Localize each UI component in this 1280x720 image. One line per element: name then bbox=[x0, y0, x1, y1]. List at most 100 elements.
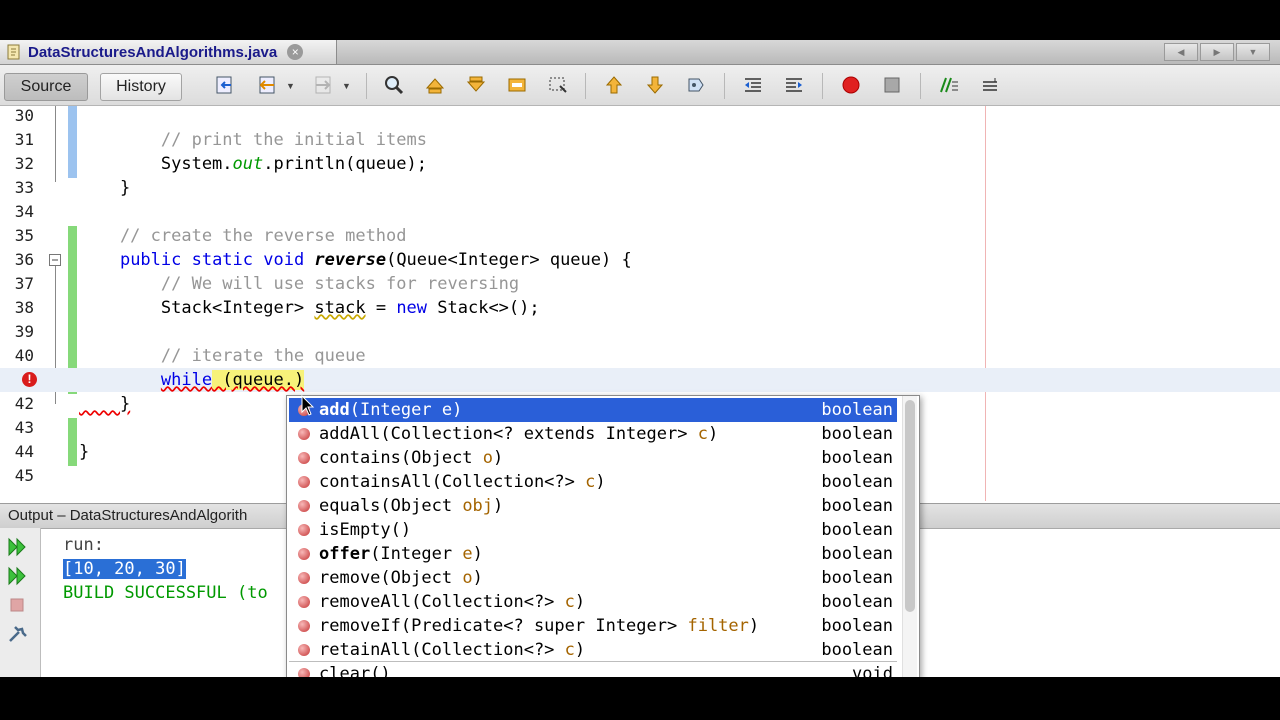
history-view-button[interactable]: History bbox=[100, 73, 182, 101]
line-number: 45 bbox=[14, 466, 34, 485]
code-text: // create the reverse method bbox=[79, 226, 407, 246]
completion-signature: removeAll(Collection<?> c) bbox=[319, 592, 586, 612]
code-line[interactable]: 35 // create the reverse method bbox=[0, 224, 1280, 248]
completion-item[interactable]: removeIf(Predicate<? super Integer> filt… bbox=[289, 614, 897, 638]
close-tab-icon[interactable]: × bbox=[287, 44, 304, 60]
shift-line-left-icon[interactable] bbox=[742, 74, 764, 96]
completion-scrollbar-thumb[interactable] bbox=[905, 400, 915, 612]
comment-icon[interactable] bbox=[938, 74, 960, 96]
back-dropdown-icon[interactable]: ▼ bbox=[286, 81, 295, 91]
find-next-icon[interactable] bbox=[465, 74, 487, 96]
completion-item[interactable]: equals(Object obj) boolean bbox=[289, 494, 897, 518]
code-line[interactable]: 33 } bbox=[0, 176, 1280, 200]
toggle-rectangular-selection-icon[interactable] bbox=[547, 74, 569, 96]
editor-tab-bar: DataStructuresAndAlgorithms.java × ◀ ▶ ▼ bbox=[0, 40, 1280, 65]
error-icon[interactable]: ! bbox=[22, 372, 37, 387]
back-icon[interactable] bbox=[256, 74, 278, 96]
line-number: 36 bbox=[14, 250, 34, 269]
output-line: run: bbox=[63, 535, 104, 555]
code-line[interactable]: 32 System.out.println(queue); bbox=[0, 152, 1280, 176]
completion-return-type: void bbox=[852, 664, 893, 677]
line-number: 38 bbox=[14, 298, 34, 317]
code-text: public static void reverse(Queue<Integer… bbox=[119, 250, 632, 270]
line-number: 35 bbox=[14, 226, 34, 245]
completion-item[interactable]: contains(Object o) boolean bbox=[289, 446, 897, 470]
current-code-line[interactable]: ! while (queue.) bbox=[0, 368, 1280, 392]
tab-list-button[interactable]: ▼ bbox=[1236, 43, 1270, 61]
forward-dropdown-icon[interactable]: ▼ bbox=[342, 81, 351, 91]
uncomment-icon[interactable] bbox=[979, 74, 1001, 96]
completion-signature: retainAll(Collection<?> c) bbox=[319, 640, 586, 660]
stop-macro-recording-icon[interactable] bbox=[881, 74, 903, 96]
code-text: // print the initial items bbox=[79, 130, 427, 150]
line-number: 37 bbox=[14, 274, 34, 293]
toggle-bookmark-icon[interactable] bbox=[685, 74, 707, 96]
find-icon[interactable] bbox=[383, 74, 405, 96]
completion-signature: add(Integer e) bbox=[319, 400, 463, 420]
completion-return-type: boolean bbox=[821, 616, 893, 636]
start-macro-recording-icon[interactable] bbox=[840, 74, 862, 96]
method-icon bbox=[298, 476, 310, 488]
code-line[interactable]: 38 Stack<Integer> stack = new Stack<>(); bbox=[0, 296, 1280, 320]
stop-icon[interactable] bbox=[6, 594, 28, 616]
code-text: // We will use stacks for reversing bbox=[79, 274, 520, 294]
completion-signature: removeIf(Predicate<? super Integer> filt… bbox=[319, 616, 760, 636]
completion-item[interactable]: retainAll(Collection<?> c) boolean bbox=[289, 638, 897, 662]
completion-item[interactable]: containsAll(Collection<?> c) boolean bbox=[289, 470, 897, 494]
method-icon bbox=[298, 500, 310, 512]
code-line[interactable]: 31 // print the initial items bbox=[0, 128, 1280, 152]
shift-line-right-icon[interactable] bbox=[783, 74, 805, 96]
completion-item[interactable]: add(Integer e) boolean bbox=[289, 398, 897, 422]
file-tab[interactable]: DataStructuresAndAlgorithms.java × bbox=[0, 40, 337, 64]
completion-item[interactable]: offer(Integer e) boolean bbox=[289, 542, 897, 566]
next-bookmark-icon[interactable] bbox=[644, 74, 666, 96]
settings-icon[interactable] bbox=[6, 623, 28, 645]
code-line[interactable]: 37 // We will use stacks for reversing bbox=[0, 272, 1280, 296]
completion-return-type: boolean bbox=[821, 496, 893, 516]
completion-item[interactable]: isEmpty() boolean bbox=[289, 518, 897, 542]
line-number: 39 bbox=[14, 322, 34, 341]
method-icon bbox=[298, 596, 310, 608]
output-toolbar bbox=[0, 528, 41, 677]
method-icon bbox=[298, 644, 310, 656]
completion-signature: equals(Object obj) bbox=[319, 496, 504, 516]
last-edit-icon[interactable] bbox=[214, 74, 236, 96]
completion-item[interactable]: remove(Object o) boolean bbox=[289, 566, 897, 590]
completion-return-type: boolean bbox=[821, 520, 893, 540]
previous-bookmark-icon[interactable] bbox=[603, 74, 625, 96]
completion-return-type: boolean bbox=[821, 448, 893, 468]
completion-return-type: boolean bbox=[821, 568, 893, 588]
forward-icon[interactable] bbox=[312, 74, 334, 96]
scroll-tabs-right-button[interactable]: ▶ bbox=[1200, 43, 1234, 61]
file-tab-label: DataStructuresAndAlgorithms.java bbox=[28, 43, 278, 61]
toggle-highlight-icon[interactable] bbox=[506, 74, 528, 96]
completion-return-type: boolean bbox=[821, 640, 893, 660]
line-number: 34 bbox=[14, 202, 34, 221]
completion-item[interactable]: addAll(Collection<? extends Integer> c) b… bbox=[289, 422, 897, 446]
code-line[interactable]: 36 public static void reverse(Queue<Inte… bbox=[0, 248, 1280, 272]
completion-signature: offer(Integer e) bbox=[319, 544, 483, 564]
output-line: BUILD SUCCESSFUL (to bbox=[63, 583, 268, 603]
method-icon bbox=[298, 620, 310, 632]
method-icon bbox=[298, 572, 310, 584]
code-line[interactable]: 39 bbox=[0, 320, 1280, 344]
code-line[interactable]: 30 bbox=[0, 104, 1280, 128]
source-view-button[interactable]: Source bbox=[4, 73, 88, 101]
code-line[interactable]: 34 bbox=[0, 200, 1280, 224]
code-completion-popup[interactable]: add(Integer e) boolean addAll(Collection<?… bbox=[286, 395, 920, 677]
find-previous-icon[interactable] bbox=[424, 74, 446, 96]
code-text: } bbox=[79, 394, 131, 414]
rerun-with-options-icon[interactable] bbox=[6, 565, 28, 587]
completion-item[interactable]: clear() void bbox=[289, 662, 897, 677]
completion-signature: contains(Object o) bbox=[319, 448, 504, 468]
scroll-tabs-left-button[interactable]: ◀ bbox=[1164, 43, 1198, 61]
java-file-icon bbox=[7, 44, 20, 60]
completion-item[interactable]: removeAll(Collection<?> c) boolean bbox=[289, 590, 897, 614]
code-text: Stack<Integer> stack = new Stack<>(); bbox=[79, 298, 540, 318]
fold-collapse-icon[interactable] bbox=[49, 254, 61, 266]
mouse-pointer-icon bbox=[301, 395, 315, 416]
line-number: 40 bbox=[14, 346, 34, 365]
rerun-icon[interactable] bbox=[6, 536, 28, 558]
completion-return-type: boolean bbox=[821, 592, 893, 612]
code-line[interactable]: 40 // iterate the queue bbox=[0, 344, 1280, 368]
